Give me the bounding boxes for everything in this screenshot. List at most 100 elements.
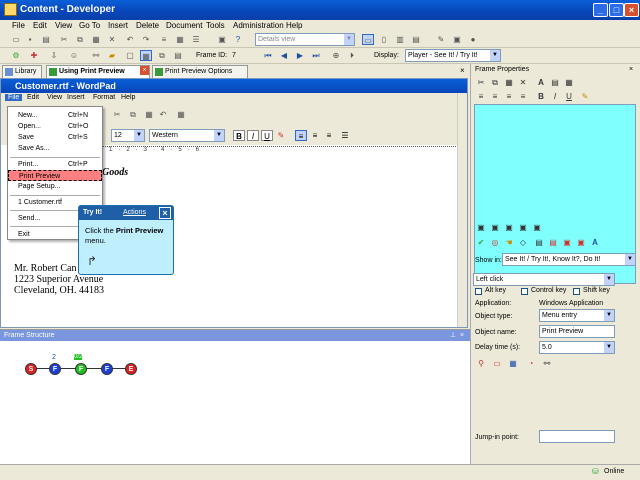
folder-icon[interactable]: ▰ <box>106 50 118 61</box>
tab-print-preview-options[interactable]: Print Preview Options <box>152 65 248 78</box>
bookmark-icon[interactable]: ▣ <box>575 237 587 248</box>
callout-actions-link[interactable]: Actions <box>123 206 146 220</box>
menu-view[interactable]: View <box>55 21 72 30</box>
spell-icon[interactable]: ▦ <box>563 77 575 88</box>
display-combo[interactable]: Player - See It! / Try It! ▼ <box>405 49 501 62</box>
bullets-icon[interactable]: ☰ <box>339 130 351 141</box>
flow-node-start[interactable]: S <box>25 363 37 375</box>
menu-item-print-preview[interactable]: Print Preview <box>8 170 102 181</box>
font-color-icon[interactable]: A <box>589 237 601 248</box>
minimize-button[interactable]: _ <box>593 3 608 17</box>
menu-item-page-setup[interactable]: Page Setup... <box>8 181 102 192</box>
menu-item-new[interactable]: New... Ctrl+N <box>8 110 102 121</box>
new-icon[interactable]: ▭ <box>10 34 22 45</box>
alt-key-checkbox[interactable] <box>475 288 482 295</box>
wordpad-menu-edit[interactable]: Edit <box>27 94 39 101</box>
close-pane-icon[interactable]: × <box>460 66 465 75</box>
bubble-position-icon[interactable]: ▣ <box>531 222 543 233</box>
list-icon[interactable]: ☰ <box>190 34 202 45</box>
italic-icon[interactable]: I <box>247 130 259 141</box>
font-size-combo[interactable]: 12 ▼ <box>111 129 145 142</box>
tab-using-print-preview[interactable]: Using Print Preview <box>46 65 150 78</box>
menu-delete[interactable]: Delete <box>136 21 159 30</box>
align-right-icon[interactable]: ≡ <box>503 91 515 102</box>
tab-close-icon[interactable]: × <box>140 66 149 75</box>
check-icon[interactable]: ✔ <box>475 237 487 248</box>
link-icon[interactable]: ⚯ <box>90 50 102 61</box>
frame-copy-icon[interactable]: ⧉ <box>156 50 168 61</box>
flow-node-frame-current[interactable]: F <box>75 363 87 375</box>
paste-icon[interactable]: ▦ <box>90 34 102 45</box>
object-type-combo[interactable]: Menu entry ▼ <box>539 309 615 322</box>
mouse-icon[interactable]: ◇ <box>517 237 529 248</box>
screenshot-icon[interactable]: ▣ <box>451 34 463 45</box>
edit-frame-icon[interactable]: ✎ <box>435 34 447 45</box>
flow-node-frame[interactable]: F <box>101 363 113 375</box>
undo-icon[interactable]: ↶ <box>124 34 136 45</box>
menu-help[interactable]: Help <box>286 21 302 30</box>
close-icon[interactable]: × <box>159 207 171 219</box>
flow-node-frame[interactable]: F <box>49 363 61 375</box>
close-panel-icon[interactable]: × <box>629 64 633 75</box>
menu-tools[interactable]: Tools <box>206 21 225 30</box>
wordpad-menu-file[interactable]: File <box>5 94 23 101</box>
cut-icon[interactable]: ✂ <box>58 34 70 45</box>
bubble-type-icon[interactable]: ▣ <box>475 222 487 233</box>
link-icon[interactable]: ⚯ <box>541 358 553 369</box>
align-center-icon[interactable]: ≡ <box>309 130 321 141</box>
paste-icon[interactable]: ▦ <box>503 77 515 88</box>
menu-item-open[interactable]: Open... Ctrl+O <box>8 121 102 132</box>
control-key-checkbox[interactable] <box>521 288 528 295</box>
close-panel-icon[interactable]: × <box>460 330 464 341</box>
align-center-icon[interactable]: ≡ <box>489 91 501 102</box>
delete-icon[interactable]: ✕ <box>517 77 529 88</box>
grid-icon[interactable]: ▦ <box>174 34 186 45</box>
menu-document[interactable]: Document <box>166 21 202 30</box>
zoom-icon[interactable]: ⊕ <box>330 50 342 61</box>
timer-icon[interactable]: ◔ <box>525 358 537 369</box>
layout-columns-icon[interactable]: ▥ <box>394 34 406 45</box>
record-icon[interactable]: ● <box>467 34 479 45</box>
text-icon[interactable]: ▤ <box>549 77 561 88</box>
copy-icon[interactable]: ⧉ <box>74 34 86 45</box>
frame-active-icon[interactable]: ▦ <box>140 50 152 61</box>
menu-item-save-as[interactable]: Save As... <box>8 143 102 154</box>
date-icon[interactable]: ▦ <box>175 109 187 120</box>
layout-single-icon[interactable]: ▭ <box>362 34 374 45</box>
target-icon[interactable]: ◎ <box>489 237 501 248</box>
hand-icon[interactable]: ☚ <box>503 237 515 248</box>
align-left-icon[interactable]: ≡ <box>475 91 487 102</box>
jump-in-input[interactable] <box>539 430 615 443</box>
frame-icon[interactable]: ▢ <box>124 50 136 61</box>
stop-icon[interactable]: ▣ <box>561 237 573 248</box>
underline-icon[interactable]: U <box>261 130 273 141</box>
bold-icon[interactable]: B <box>233 130 245 141</box>
keyboard-icon[interactable]: ▤ <box>533 237 545 248</box>
layout-side-icon[interactable]: ▤ <box>410 34 422 45</box>
undo-icon[interactable]: ↶ <box>157 109 169 120</box>
bubble-color-icon[interactable]: ▣ <box>503 222 515 233</box>
play-sound-icon[interactable]: ⚲ <box>475 358 487 369</box>
object-name-input[interactable]: Print Preview <box>539 325 615 338</box>
cut-icon[interactable]: ✂ <box>111 109 123 120</box>
shift-key-checkbox[interactable] <box>573 288 580 295</box>
maximize-button[interactable]: □ <box>609 3 624 17</box>
last-frame-icon[interactable]: ⏭ <box>310 50 322 61</box>
flow-node-end[interactable]: E <box>125 363 137 375</box>
justify-icon[interactable]: ≡ <box>517 91 529 102</box>
settings-icon[interactable]: ⚙ <box>10 50 22 61</box>
pin-icon[interactable]: ⊥ <box>450 330 456 341</box>
bubble-style-icon[interactable]: ▣ <box>489 222 501 233</box>
cut-icon[interactable]: ✂ <box>475 77 487 88</box>
wordpad-menu-insert[interactable]: Insert <box>67 94 85 101</box>
save-icon[interactable]: ▪ <box>24 34 36 45</box>
menu-goto[interactable]: Go To <box>79 21 100 30</box>
script-combo[interactable]: Western ▼ <box>149 129 225 142</box>
menu-administration[interactable]: Administration <box>233 21 284 30</box>
wordpad-scrollbar[interactable] <box>457 93 467 327</box>
wordpad-menu-view[interactable]: View <box>47 94 62 101</box>
frame-new-icon[interactable]: ▤ <box>172 50 184 61</box>
next-frame-icon[interactable]: ▶ <box>294 50 306 61</box>
paste-icon[interactable]: ▦ <box>143 109 155 120</box>
record-icon[interactable]: ▤ <box>547 237 559 248</box>
